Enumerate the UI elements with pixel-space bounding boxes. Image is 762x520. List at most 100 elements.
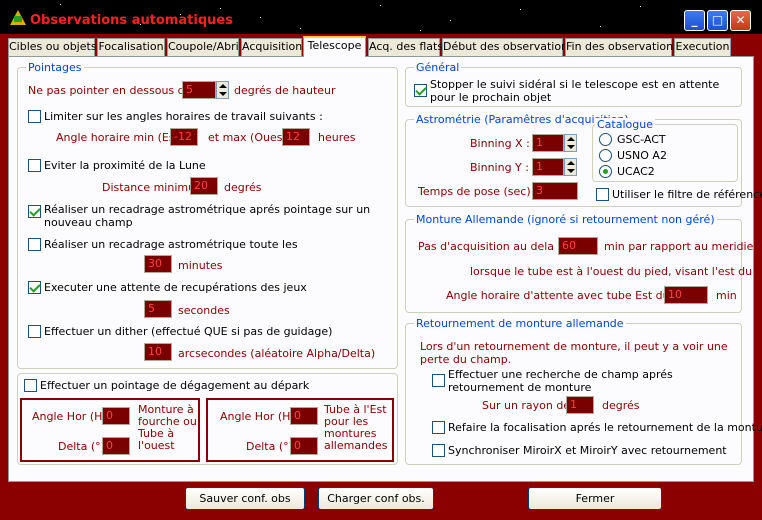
attente-label: Angle horaire d'attente avec tube Est du… bbox=[446, 289, 697, 302]
tab-flats[interactable]: Acq. des flats bbox=[368, 38, 443, 56]
title-bar: Observations automatiques _ □ ✕ bbox=[0, 0, 762, 34]
degagement-label: Effectuer un pointage de dégagement au d… bbox=[40, 379, 310, 392]
recadrage-new-label: Réaliser un recadrage astrométrique apré… bbox=[44, 203, 371, 229]
right-delta-input[interactable]: 0 bbox=[290, 437, 318, 455]
dither-unit: arcsecondes (aléatoire Alpha/Delta) bbox=[178, 347, 376, 360]
binx-label: Binning X : bbox=[470, 137, 530, 150]
rayon-label: Sur un rayon de bbox=[482, 399, 571, 412]
window-title: Observations automatiques bbox=[30, 13, 233, 28]
retournement-group: Retournement de monture allemande Lors d… bbox=[405, 317, 762, 465]
wait-checkbox[interactable] bbox=[28, 281, 41, 294]
search-field-label: Effectuer une recherche de champ aprés r… bbox=[448, 368, 673, 394]
degagement-right-box: Angle Hor (H) 0 Delta (°) 0 Tube à l'Est… bbox=[206, 398, 394, 462]
dither-checkbox[interactable] bbox=[28, 325, 41, 338]
tab-debut[interactable]: Début des observations bbox=[442, 38, 574, 56]
reference-filter-checkbox[interactable] bbox=[596, 188, 609, 201]
tab-cibles[interactable]: Cibles ou objets bbox=[8, 38, 97, 56]
min-alt-unit: degrés de hauteur bbox=[234, 84, 336, 97]
sync-mirror-checkbox[interactable] bbox=[432, 444, 445, 457]
ha-max-input[interactable]: 12 bbox=[282, 128, 310, 146]
wait-input[interactable]: 5 bbox=[144, 300, 172, 318]
pas-suffix: min par rapport au meridien bbox=[604, 240, 761, 253]
pas-input[interactable]: 60 bbox=[558, 237, 598, 255]
avoid-moon-label: Eviter la proximité de la Lune bbox=[44, 159, 206, 172]
app-icon bbox=[10, 10, 26, 25]
window: Observations automatiques _ □ ✕ Cibles o… bbox=[0, 0, 762, 520]
load-config-button[interactable]: Charger conf obs. bbox=[318, 487, 434, 510]
min-alt-input[interactable]: 5 bbox=[182, 81, 216, 99]
ha-unit: heures bbox=[318, 131, 356, 144]
pointages-group: Pointages Ne pas pointer en dessous de 5… bbox=[17, 61, 398, 369]
telescope-panel: Pointages Ne pas pointer en dessous de 5… bbox=[8, 56, 762, 482]
catalogue-radio-gsc[interactable] bbox=[599, 133, 612, 146]
tab-coupole[interactable]: Coupole/Abri bbox=[167, 38, 239, 56]
tab-execution[interactable]: Execution bbox=[674, 38, 731, 56]
min-distance-input[interactable]: 20 bbox=[190, 177, 218, 195]
rayon-input[interactable]: 1 bbox=[566, 396, 594, 414]
dither-input[interactable]: 10 bbox=[144, 343, 172, 361]
close-button[interactable]: ✕ bbox=[730, 10, 751, 31]
pose-input[interactable]: 3 bbox=[532, 182, 578, 200]
pas-label: Pas d'acquisition au dela de bbox=[418, 240, 572, 253]
astrometrie-group: Astrométrie (Paramêtres d'acquisition) B… bbox=[405, 113, 762, 207]
limit-hour-angle-checkbox[interactable] bbox=[28, 110, 41, 123]
catalogue-usno-label: USNO A2 bbox=[617, 149, 667, 162]
stop-tracking-label: Stopper le suivi sidéral si le telescope… bbox=[430, 78, 720, 104]
biny-input[interactable]: 1 bbox=[532, 158, 564, 176]
limit-hour-angle-label: Limiter sur les angles horaires de trava… bbox=[44, 110, 323, 123]
ha-min-label: Angle horaire min (Est) bbox=[56, 131, 184, 144]
catalogue-radio-usno[interactable] bbox=[599, 149, 612, 162]
recadrage-new-checkbox[interactable] bbox=[28, 205, 41, 218]
retournement-info: Lors d'un retournement de monture, il pe… bbox=[420, 340, 728, 366]
degagement-checkbox[interactable] bbox=[24, 379, 37, 392]
tab-telescope[interactable]: Telescope bbox=[303, 36, 366, 57]
catalogue-radio-ucac2[interactable] bbox=[599, 165, 612, 178]
minimize-button[interactable]: _ bbox=[684, 10, 705, 31]
right-ah-input[interactable]: 0 bbox=[290, 407, 318, 425]
min-alt-spinner[interactable] bbox=[216, 81, 229, 99]
binx-input[interactable]: 1 bbox=[532, 134, 564, 152]
left-desc: Monture à fourche ou Tube à l'ouest bbox=[138, 403, 197, 452]
catalogue-gsc-label: GSC-ACT bbox=[617, 133, 666, 146]
attente-unit: min bbox=[716, 289, 737, 302]
recadrage-periodic-label: Réaliser un recadrage astrométrique tout… bbox=[44, 238, 298, 251]
right-delta-label: Delta (°) bbox=[246, 440, 293, 453]
avoid-moon-checkbox[interactable] bbox=[28, 159, 41, 172]
catalogue-ucac2-label: UCAC2 bbox=[617, 165, 655, 178]
stop-tracking-checkbox[interactable] bbox=[414, 84, 427, 97]
ouest-label: lorsque le tube est à l'ouest du pied, v… bbox=[470, 265, 762, 278]
min-distance-unit: degrés bbox=[224, 181, 262, 194]
ha-min-input[interactable]: -12 bbox=[170, 128, 198, 146]
left-delta-input[interactable]: 0 bbox=[102, 437, 130, 455]
refocus-checkbox[interactable] bbox=[432, 421, 445, 434]
left-delta-label: Delta (°) bbox=[58, 440, 105, 453]
search-field-checkbox[interactable] bbox=[432, 374, 445, 387]
binx-spinner[interactable] bbox=[564, 134, 577, 152]
tab-acquisition[interactable]: Acquisition bbox=[241, 38, 302, 56]
pointages-title: Pointages bbox=[26, 61, 84, 74]
close-dialog-button[interactable]: Fermer bbox=[528, 487, 662, 510]
degagement-left-box: Angle Hor (H) 0 Delta (°) 0 Monture à fo… bbox=[20, 398, 200, 462]
biny-label: Binning Y : bbox=[470, 161, 529, 174]
biny-spinner[interactable] bbox=[564, 158, 577, 176]
tab-focalisation[interactable]: Focalisation bbox=[97, 38, 165, 56]
catalogue-title: Catalogue bbox=[595, 118, 655, 131]
attente-input[interactable]: 10 bbox=[664, 286, 708, 304]
save-config-button[interactable]: Sauver conf. obs bbox=[185, 487, 305, 510]
general-group: Général Stopper le suivi sidéral si le t… bbox=[405, 61, 742, 107]
rayon-unit: degrés bbox=[602, 399, 640, 412]
ha-max-label: et max (Ouest) bbox=[208, 131, 292, 144]
right-ah-label: Angle Hor (H) bbox=[220, 410, 295, 423]
monture-title: Monture Allemande (ignoré si retournemen… bbox=[414, 213, 717, 226]
recadrage-periodic-checkbox[interactable] bbox=[28, 238, 41, 251]
tab-fin[interactable]: Fin des observations bbox=[565, 38, 679, 56]
recadrage-minutes-unit: minutes bbox=[178, 259, 223, 272]
maximize-button[interactable]: □ bbox=[707, 10, 728, 31]
right-desc: Tube à l'Est pour les montures allemande… bbox=[324, 403, 388, 452]
general-title: Général bbox=[414, 61, 462, 74]
wait-label: Executer une attente de recupérations de… bbox=[44, 281, 307, 294]
monture-group: Monture Allemande (ignoré si retournemen… bbox=[405, 213, 762, 313]
left-ah-input[interactable]: 0 bbox=[102, 407, 130, 425]
refocus-label: Refaire la focalisation aprés le retourn… bbox=[448, 421, 762, 434]
recadrage-minutes-input[interactable]: 30 bbox=[144, 255, 172, 273]
